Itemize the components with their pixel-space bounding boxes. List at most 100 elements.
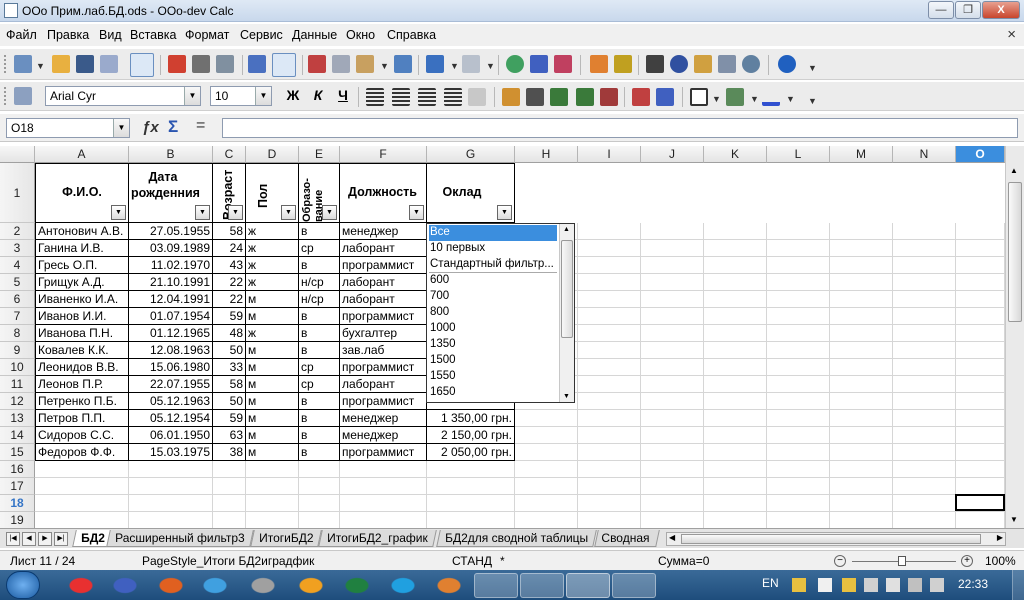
cell-dob[interactable]: 27.05.1955 (129, 223, 213, 240)
cell-fio[interactable]: Иванова П.Н. (35, 325, 129, 342)
clock[interactable]: 22:33 (958, 577, 988, 591)
cell[interactable] (578, 257, 641, 274)
scroll-up-icon[interactable]: ▲ (563, 226, 570, 233)
tray-icon[interactable] (842, 578, 856, 592)
app-icon[interactable] (430, 573, 468, 598)
cell[interactable] (641, 308, 704, 325)
tray-icon[interactable] (864, 578, 878, 592)
cell-age[interactable]: 22 (213, 291, 246, 308)
cell[interactable] (893, 512, 956, 528)
autofilter-button[interactable]: ▼ (322, 205, 337, 220)
cell[interactable] (767, 240, 830, 257)
cell-edu[interactable]: в (299, 325, 340, 342)
word-taskbar-button[interactable] (520, 573, 564, 598)
cell[interactable] (641, 342, 704, 359)
function-wizard-icon[interactable]: ƒx (142, 119, 159, 136)
column-header-c[interactable]: C (213, 146, 246, 163)
cell[interactable] (641, 512, 704, 528)
undo-dropdown-icon[interactable]: ▼ (450, 61, 459, 71)
cell[interactable] (956, 478, 1005, 495)
cell[interactable] (299, 495, 340, 512)
cell[interactable] (704, 444, 767, 461)
cell[interactable] (129, 461, 213, 478)
cell-post[interactable]: программист (340, 393, 427, 410)
cell[interactable] (767, 257, 830, 274)
cell[interactable] (830, 325, 893, 342)
opera-icon[interactable] (62, 573, 100, 598)
column-header-a[interactable]: A (35, 146, 129, 163)
cell[interactable] (830, 495, 893, 512)
row-header[interactable]: 13 (0, 410, 35, 427)
cell-fio[interactable]: Петренко П.Б. (35, 393, 129, 410)
email-icon[interactable] (100, 55, 118, 73)
italic-button[interactable]: К (307, 85, 329, 105)
cell[interactable] (767, 478, 830, 495)
cell[interactable] (830, 478, 893, 495)
gallery-icon[interactable] (694, 55, 712, 73)
filter-option[interactable]: 1350 (429, 337, 557, 353)
delete-decimal-icon[interactable] (600, 88, 618, 106)
cell-fio[interactable]: Федоров Ф.Ф. (35, 444, 129, 461)
cell[interactable] (578, 240, 641, 257)
app-icon[interactable] (244, 573, 282, 598)
export-pdf-icon[interactable] (168, 55, 186, 73)
cell-dob[interactable]: 11.02.1970 (129, 257, 213, 274)
sheet-tab-totals[interactable]: ИтогиБД2 (250, 530, 323, 547)
cell[interactable] (767, 223, 830, 240)
cell[interactable] (704, 342, 767, 359)
column-header-l[interactable]: L (767, 146, 830, 163)
cell-edu[interactable]: ср (299, 376, 340, 393)
decrease-indent-icon[interactable] (632, 88, 650, 106)
show-desktop-button[interactable] (1012, 570, 1024, 600)
cell-fio[interactable]: Иванов И.И. (35, 308, 129, 325)
cell[interactable] (246, 495, 299, 512)
background-dropdown-icon[interactable]: ▼ (750, 94, 759, 104)
cell[interactable] (641, 376, 704, 393)
header-sex[interactable]: Пол ▼ (246, 163, 299, 223)
cell[interactable] (35, 512, 129, 528)
chevron-down-icon[interactable]: ▼ (113, 119, 129, 137)
cell[interactable] (893, 427, 956, 444)
styles-formatting-icon[interactable] (14, 87, 32, 105)
column-header-e[interactable]: E (299, 146, 340, 163)
language-indicator[interactable]: EN (762, 576, 779, 590)
header-edu[interactable]: Образо-вание ▼ (299, 163, 340, 223)
percent-format-icon[interactable] (526, 88, 544, 106)
cell-fio[interactable]: Сидоров С.С. (35, 427, 129, 444)
cell[interactable] (830, 427, 893, 444)
cell[interactable] (515, 461, 578, 478)
paste-icon[interactable] (356, 55, 374, 73)
row-header[interactable]: 3 (0, 240, 35, 257)
cell[interactable] (704, 223, 767, 240)
cell[interactable] (299, 461, 340, 478)
column-header-n[interactable]: N (893, 146, 956, 163)
cell-age[interactable]: 38 (213, 444, 246, 461)
cell[interactable] (578, 342, 641, 359)
sheet-tab-pivot-source[interactable]: БД2для сводной таблицы (436, 530, 597, 547)
cell[interactable] (427, 478, 515, 495)
cell[interactable] (830, 274, 893, 291)
row-header[interactable]: 17 (0, 478, 35, 495)
zoom-out-icon[interactable]: − (834, 555, 846, 567)
explorer-taskbar-button[interactable] (474, 573, 518, 598)
cell-age[interactable]: 43 (213, 257, 246, 274)
cell-age[interactable]: 58 (213, 376, 246, 393)
cell[interactable] (704, 461, 767, 478)
row-header[interactable]: 11 (0, 376, 35, 393)
autofilter-button[interactable]: ▼ (195, 205, 210, 220)
cell[interactable] (578, 427, 641, 444)
cell[interactable] (767, 342, 830, 359)
cell[interactable] (704, 359, 767, 376)
cell[interactable] (893, 308, 956, 325)
cell[interactable] (704, 495, 767, 512)
menu-format[interactable]: Формат (185, 28, 229, 42)
filter-option[interactable]: 600 (429, 273, 557, 289)
filter-option[interactable]: Стандартный фильтр... (429, 257, 557, 273)
filter-option[interactable]: 1500 (429, 353, 557, 369)
cell[interactable] (956, 342, 1005, 359)
cell[interactable] (956, 512, 1005, 528)
cell-age[interactable]: 48 (213, 325, 246, 342)
cell[interactable] (578, 410, 641, 427)
cell[interactable] (956, 359, 1005, 376)
cell[interactable] (830, 240, 893, 257)
